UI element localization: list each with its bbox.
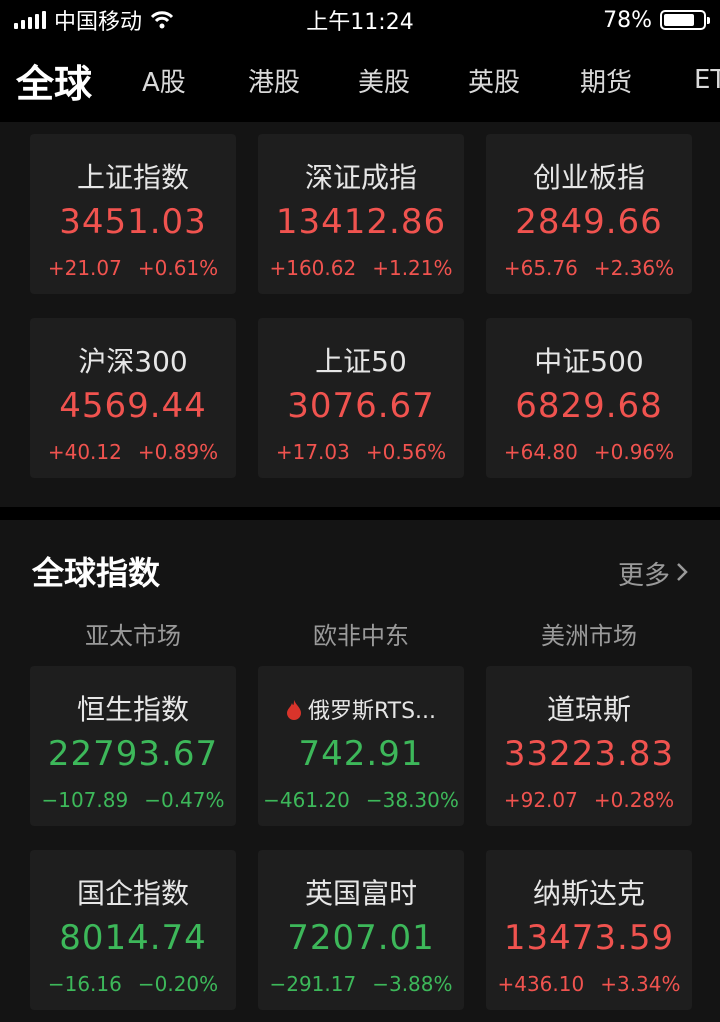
index-change: +160.62	[269, 256, 357, 280]
status-bar: 中国移动 上午11:24 78%	[0, 0, 720, 40]
tab-us-stocks[interactable]: 美股	[358, 62, 410, 99]
index-change-pct: −38.30%	[365, 788, 459, 812]
index-change-pct: +3.34%	[600, 972, 681, 996]
region-asia-pacific[interactable]: 亚太市场	[30, 616, 236, 651]
index-change: +17.03	[275, 440, 350, 464]
index-name: 上证指数	[76, 161, 189, 194]
index-change: −291.17	[269, 972, 357, 996]
index-card-shanghai[interactable]: 上证指数 3451.03 +21.07 +0.61%	[30, 134, 236, 294]
index-card-chinext[interactable]: 创业板指 2849.66 +65.76 +2.36%	[486, 134, 692, 294]
index-change-pct: +0.89%	[137, 440, 219, 464]
index-change-pct: +0.28%	[593, 788, 675, 812]
index-card-sse50[interactable]: 上证50 3076.67 +17.03 +0.56%	[258, 318, 464, 478]
index-name: 英国富时	[304, 877, 417, 910]
index-change: +21.07	[47, 256, 122, 280]
more-label: 更多	[617, 561, 670, 591]
index-value: 13412.86	[275, 202, 447, 242]
index-card-nasdaq[interactable]: 纳斯达克 13473.59 +436.10 +3.34%	[486, 850, 692, 1010]
index-value: 22793.67	[47, 734, 219, 774]
tab-futures[interactable]: 期货	[580, 62, 632, 99]
tab-global[interactable]: 全球	[16, 53, 92, 108]
region-americas[interactable]: 美洲市场	[486, 616, 692, 651]
index-change: +64.80	[503, 440, 578, 464]
index-change-pct: −0.20%	[137, 972, 219, 996]
index-change: +40.12	[47, 440, 122, 464]
index-change-pct: +2.36%	[593, 256, 675, 280]
index-card-dow-jones[interactable]: 道琼斯 33223.83 +92.07 +0.28%	[486, 666, 692, 826]
china-indices-panel: 上证指数 3451.03 +21.07 +0.61% 深证成指 13412.86 …	[0, 122, 720, 507]
tab-hk-stocks[interactable]: 港股	[248, 62, 300, 99]
chevron-right-icon	[676, 559, 688, 589]
index-name: 中证500	[534, 345, 644, 378]
battery-icon	[660, 10, 710, 30]
index-change: −107.89	[41, 788, 129, 812]
index-change-pct: +1.21%	[372, 256, 453, 280]
index-name: 道琼斯	[546, 693, 631, 726]
index-change-pct: +0.56%	[365, 440, 447, 464]
index-card-hang-seng[interactable]: 恒生指数 22793.67 −107.89 −0.47%	[30, 666, 236, 826]
index-value: 3451.03	[59, 202, 207, 242]
index-value: 3076.67	[287, 386, 435, 426]
index-value: 6829.68	[515, 386, 663, 426]
index-value: 4569.44	[59, 386, 207, 426]
index-change-pct: +0.61%	[137, 256, 219, 280]
section-title: 全球指数	[32, 554, 161, 592]
index-card-russia-rts[interactable]: 俄罗斯RTS... 742.91 −461.20 −38.30%	[258, 666, 464, 826]
index-change-pct: +0.96%	[593, 440, 675, 464]
tab-a-shares[interactable]: A股	[142, 62, 186, 99]
index-change-pct: −0.47%	[144, 788, 225, 812]
index-change: +92.07	[503, 788, 578, 812]
index-name: 纳斯达克	[532, 877, 645, 910]
index-card-shenzhen[interactable]: 深证成指 13412.86 +160.62 +1.21%	[258, 134, 464, 294]
index-name: 俄罗斯RTS...	[307, 699, 437, 724]
index-value: 8014.74	[59, 918, 207, 958]
more-link[interactable]: 更多	[618, 555, 688, 592]
index-name: 上证50	[315, 345, 407, 378]
index-value: 13473.59	[503, 918, 675, 958]
index-change-pct: −3.88%	[372, 972, 453, 996]
fire-icon	[286, 700, 302, 720]
tab-etf[interactable]: ET	[694, 65, 720, 95]
index-change: +436.10	[497, 972, 585, 996]
index-value: 2849.66	[515, 202, 663, 242]
index-change: +65.76	[503, 256, 578, 280]
index-value: 7207.01	[287, 918, 435, 958]
index-card-ftse[interactable]: 英国富时 7207.01 −291.17 −3.88%	[258, 850, 464, 1010]
index-card-csi300[interactable]: 沪深300 4569.44 +40.12 +0.89%	[30, 318, 236, 478]
tab-uk-stocks[interactable]: 英股	[468, 62, 520, 99]
region-emea[interactable]: 欧非中东	[258, 616, 464, 651]
index-value: 33223.83	[503, 734, 675, 774]
index-card-csi500[interactable]: 中证500 6829.68 +64.80 +0.96%	[486, 318, 692, 478]
index-card-hscei[interactable]: 国企指数 8014.74 −16.16 −0.20%	[30, 850, 236, 1010]
index-name: 创业板指	[532, 161, 645, 194]
index-name: 国企指数	[76, 877, 189, 910]
market-tabs: 全球 A股 港股 美股 英股 期货 ET	[0, 50, 720, 110]
index-name: 沪深300	[78, 345, 188, 378]
index-name: 深证成指	[304, 161, 417, 194]
clock: 上午11:24	[306, 10, 414, 35]
index-change: −16.16	[47, 972, 122, 996]
index-value: 742.91	[298, 734, 424, 774]
index-name: 恒生指数	[76, 693, 189, 726]
index-change: −461.20	[263, 788, 350, 812]
